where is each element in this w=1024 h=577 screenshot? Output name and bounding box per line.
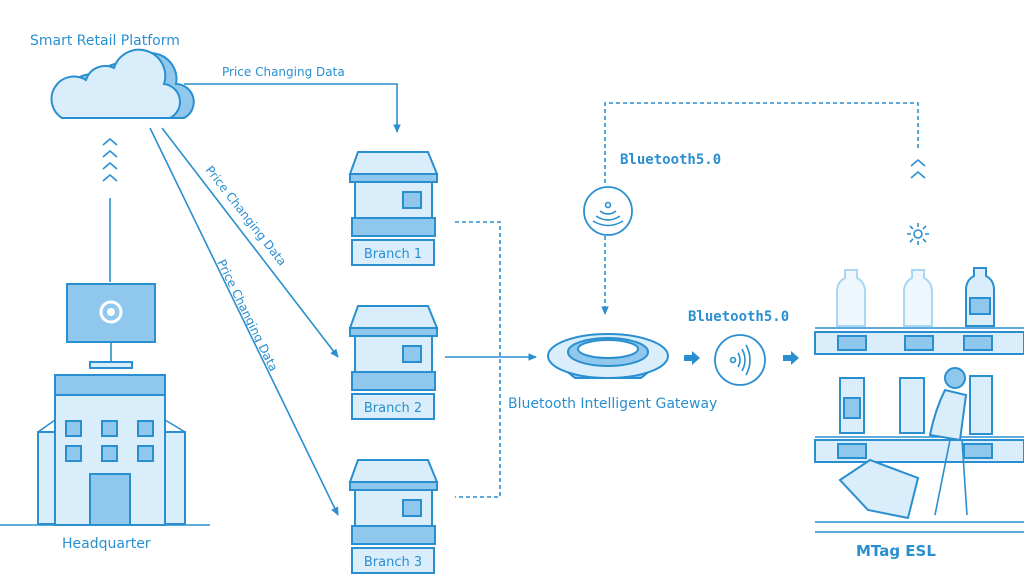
link-platform-branch1 <box>184 83 401 133</box>
uplink-chevrons-icon <box>102 137 118 282</box>
light-icon <box>907 223 929 245</box>
shelf-shopper-icon <box>814 267 1024 533</box>
link-label-diag1: Price Changing Data <box>203 163 290 268</box>
retail-architecture-diagram: Smart Retail Platform Price Changing Dat… <box>0 0 1024 577</box>
cloud-icon <box>50 48 195 119</box>
link-label-diag2: Price Changing Data <box>214 257 280 373</box>
bluetooth-label-top: Bluetooth5.0 <box>620 152 721 168</box>
diagram-canvas: Smart Retail Platform Price Changing Dat… <box>0 33 1024 574</box>
bluetooth-signal-icon <box>714 334 766 386</box>
uplink-chevrons-icon <box>910 158 926 179</box>
building-icon <box>0 374 210 526</box>
branch-3[interactable]: Branch 3 <box>348 459 439 574</box>
store-icon <box>348 305 439 391</box>
bluetooth-label-right: Bluetooth5.0 <box>688 309 789 325</box>
headquarter-label: Headquarter <box>62 536 151 552</box>
beacon-icon <box>583 186 633 236</box>
esl-label: MTag ESL <box>856 542 936 560</box>
gateway-label: Bluetooth Intelligent Gateway <box>508 396 717 412</box>
link-label-top: Price Changing Data <box>222 65 345 79</box>
store-icon <box>348 459 439 545</box>
arrow-icon <box>783 351 799 365</box>
branch-2[interactable]: Branch 2 <box>348 305 439 420</box>
branch-label: Branch 1 <box>364 247 422 262</box>
branch-1[interactable]: Branch 1 <box>348 151 439 266</box>
branch-label: Branch 2 <box>364 401 422 416</box>
arrow-icon <box>684 351 700 365</box>
store-icon <box>348 151 439 237</box>
link-esl-feedback <box>604 102 919 183</box>
gateway-icon <box>547 333 669 379</box>
platform-label: Smart Retail Platform <box>30 33 180 49</box>
monitor-gear-icon <box>66 283 156 369</box>
link-branches-dashed <box>455 221 501 498</box>
branch-label: Branch 3 <box>364 555 422 570</box>
